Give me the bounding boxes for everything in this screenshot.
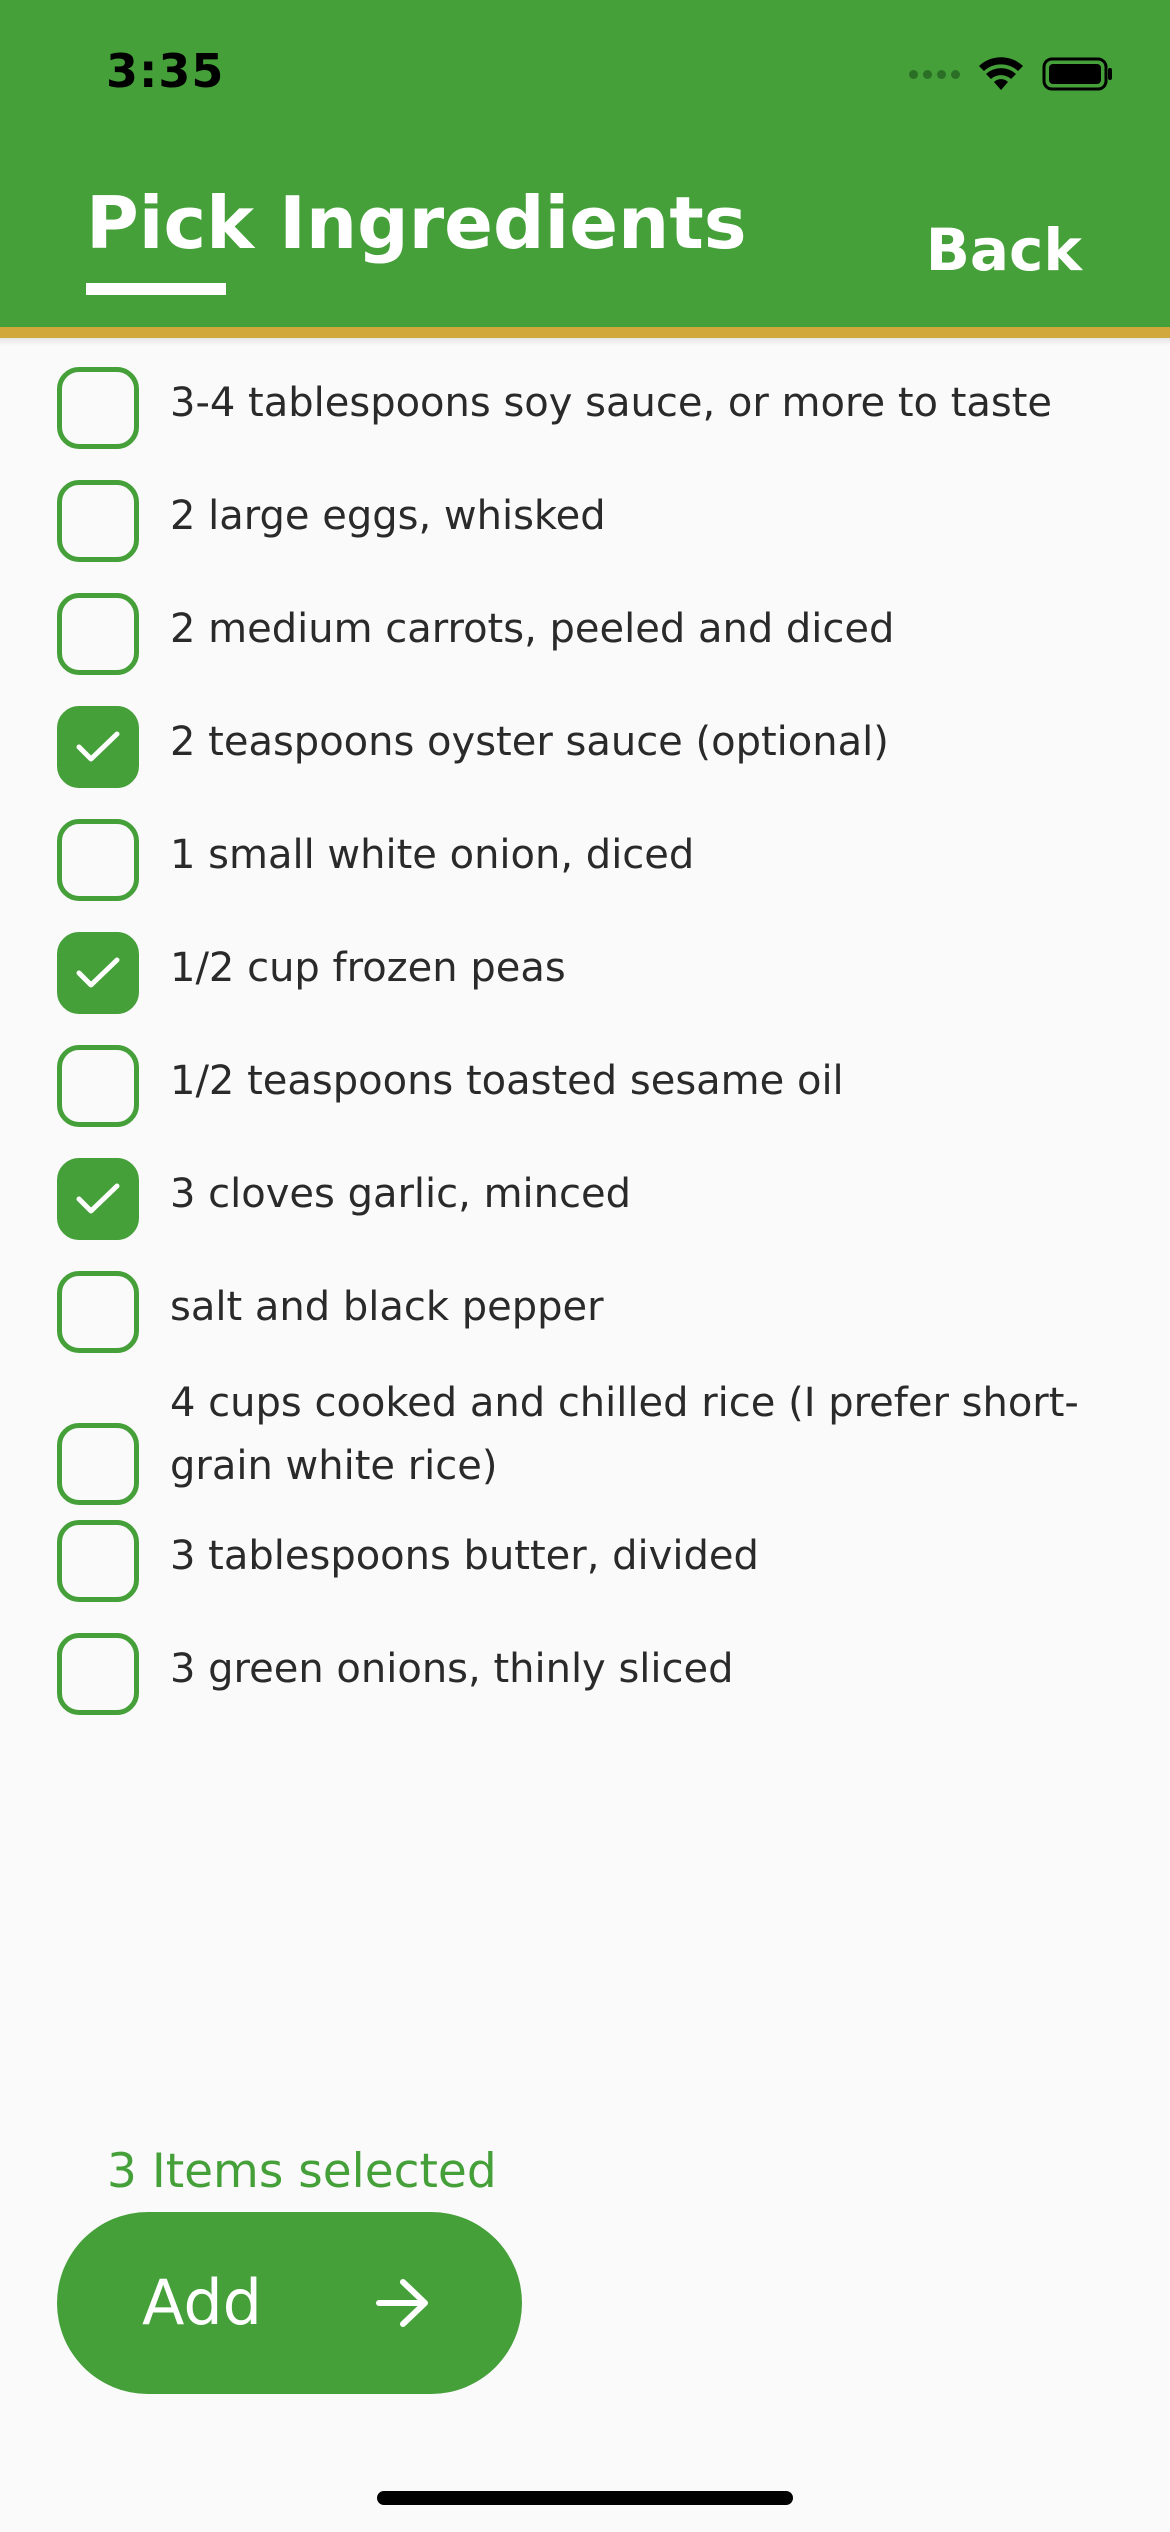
checkmark-icon: [76, 957, 120, 988]
add-button[interactable]: Add: [57, 2212, 522, 2394]
ingredient-label: 2 teaspoons oyster sauce (optional): [170, 719, 889, 765]
header-shadow: [0, 338, 1170, 346]
selected-count: 3 Items selected: [107, 2144, 497, 2199]
ingredient-checkbox[interactable]: [57, 480, 139, 562]
arrow-right-icon: [376, 2279, 428, 2327]
ingredient-checkbox[interactable]: [57, 1045, 139, 1127]
ingredient-checkbox[interactable]: [57, 706, 139, 788]
app-header: 3:35 Pick Ingredients Back: [0, 0, 1170, 327]
battery-icon: [1042, 57, 1112, 91]
ingredient-label: 3 green onions, thinly sliced: [170, 1646, 734, 1692]
ingredient-label: salt and black pepper: [170, 1284, 604, 1330]
checkmark-icon: [76, 1183, 120, 1214]
ingredient-label: 1 small white onion, diced: [170, 832, 695, 878]
ingredient-label: 3-4 tablespoons soy sauce, or more to ta…: [170, 380, 1053, 426]
ingredient-checkbox[interactable]: [57, 819, 139, 901]
ingredient-checkbox[interactable]: [57, 1423, 139, 1505]
ingredient-label: 4 cups cooked and chilled rice (I prefer…: [170, 1380, 1079, 1489]
title-underline: [86, 283, 226, 295]
ingredient-label: 1/2 cup frozen peas: [170, 945, 566, 991]
ingredient-checkbox[interactable]: [57, 1158, 139, 1240]
ingredient-label: 2 medium carrots, peeled and diced: [170, 606, 895, 652]
ingredient-checkbox[interactable]: [57, 593, 139, 675]
cellular-signal-icon: [909, 69, 960, 79]
add-button-label: Add: [142, 2266, 263, 2339]
checkmark-icon: [76, 731, 120, 762]
wifi-icon: [979, 57, 1023, 90]
ingredient-label: 3 cloves garlic, minced: [170, 1171, 631, 1217]
header-accent-border: [0, 327, 1170, 338]
ingredient-checkbox[interactable]: [57, 1271, 139, 1353]
ingredient-checkbox[interactable]: [57, 367, 139, 449]
ingredient-label: 2 large eggs, whisked: [170, 493, 606, 539]
ingredient-label: 1/2 teaspoons toasted sesame oil: [170, 1058, 844, 1104]
status-time: 3:35: [106, 44, 225, 98]
ingredient-label: 3 tablespoons butter, divided: [170, 1533, 759, 1579]
back-button[interactable]: Back: [926, 212, 1082, 288]
ingredient-checkbox[interactable]: [57, 1520, 139, 1602]
ingredient-checkbox[interactable]: [57, 1633, 139, 1715]
home-indicator: [377, 2491, 793, 2505]
ingredient-checkbox[interactable]: [57, 932, 139, 1014]
page-title: Pick Ingredients: [86, 181, 747, 265]
status-icons: [909, 54, 1114, 94]
screen: 3:35 Pick Ingredients Back 3-4 tablespoo…: [0, 0, 1170, 2532]
